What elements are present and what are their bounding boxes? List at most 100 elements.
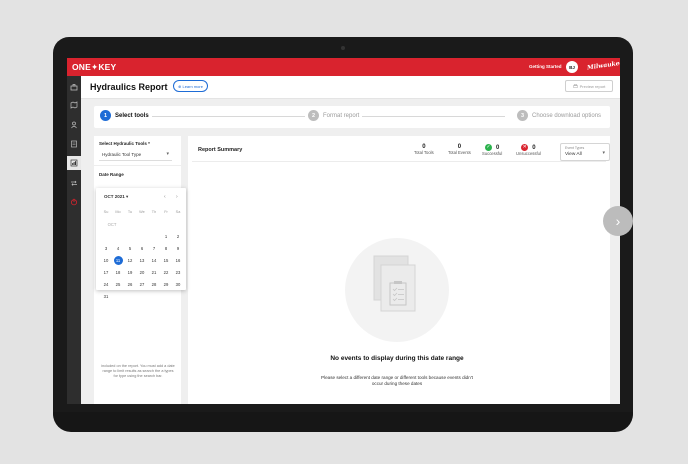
chevron-right-icon: › [615, 213, 621, 229]
day-number: 29 [163, 281, 169, 287]
step-download-options[interactable]: 3 Choose download options [514, 110, 605, 121]
summary-title: Report Summary [198, 147, 243, 153]
calendar-day[interactable]: 26 [124, 279, 136, 289]
transfer-icon[interactable] [69, 178, 79, 188]
calendar-day[interactable]: 3 [100, 243, 112, 253]
day-number: 30 [175, 281, 181, 287]
calendar-day[interactable]: 25 [112, 279, 124, 289]
calendar-day[interactable]: 8 [160, 243, 172, 253]
day-number: 13 [139, 257, 145, 263]
day-number: 20 [139, 269, 145, 275]
day-number: 21 [151, 269, 157, 275]
calendar-day[interactable]: 20 [136, 267, 148, 277]
calendar-day[interactable]: 21 [148, 267, 160, 277]
calendar-day[interactable]: 7 [148, 243, 160, 253]
calendar-day[interactable]: 17 [100, 267, 112, 277]
onekey-logo[interactable]: ONE✦KEY [72, 62, 116, 73]
helper-text: included on the report. You must add a d… [101, 364, 175, 378]
report-summary-panel: Report Summary 0 Total Tools 0 Total Eve… [188, 136, 610, 404]
day-of-week: We [139, 210, 145, 214]
x-icon: ✕ [521, 144, 529, 151]
calendar-day[interactable]: 23 [172, 267, 184, 277]
day-number: 28 [151, 281, 157, 287]
clipboard-icon [373, 255, 416, 312]
step-number: 3 [517, 110, 528, 121]
day-number: 6 [140, 245, 144, 251]
calendar-day[interactable]: 6 [136, 243, 148, 253]
month-select[interactable]: OCT 2021 ▾ [104, 194, 128, 200]
preview-report-button[interactable]: Preview report [565, 80, 613, 92]
step-number: 1 [100, 110, 111, 121]
person-icon[interactable] [69, 120, 79, 130]
calendar-day[interactable]: 29 [160, 279, 172, 289]
calendar-day[interactable]: 2 [172, 231, 184, 241]
day-number: 27 [139, 281, 145, 287]
learn-more-button[interactable]: ⊕ Learn more [173, 80, 208, 92]
week-row: 10 11 12 13 14 15 16 [100, 254, 184, 266]
calendar-day[interactable]: 30 [172, 279, 184, 289]
document-icon[interactable] [69, 139, 79, 149]
day-number: 3 [104, 245, 108, 251]
calendar-day[interactable]: 14 [148, 255, 160, 265]
step-format-report[interactable]: 2 Format report [305, 110, 363, 121]
tools-select[interactable]: Hydraulic Tool Type ▾ [99, 149, 172, 161]
calendar-day[interactable]: 27 [136, 279, 148, 289]
calendar-day[interactable]: 1 [160, 231, 172, 241]
day-number: 19 [127, 269, 133, 275]
day-number: 15 [163, 257, 169, 263]
calendar-day[interactable]: 31 [100, 291, 112, 301]
week-row: 24 25 26 27 28 29 30 [100, 278, 184, 290]
day-number: 7 [152, 245, 156, 251]
empty-day [148, 291, 160, 301]
milwaukee-logo: Milwaukee [586, 59, 620, 72]
step-connector [467, 116, 505, 117]
calendar-day[interactable]: 4 [112, 243, 124, 253]
step-select-tools[interactable]: 1 Select tools [97, 110, 152, 121]
power-icon[interactable] [69, 197, 79, 207]
map-icon[interactable] [69, 100, 79, 110]
chevron-down-icon: ▾ [602, 150, 605, 156]
month-label-row: OCT [100, 218, 184, 230]
successful-stat: ✓ 0 Successful [482, 144, 502, 156]
calendar-day[interactable]: 9 [172, 243, 184, 253]
successful-label: Successful [482, 151, 503, 157]
day-number: 4 [116, 245, 120, 251]
week-row: 17 18 19 20 21 22 23 [100, 266, 184, 278]
day-of-week: Th [151, 210, 157, 214]
empty-day [136, 291, 148, 301]
weeks: 1 2 3 4 5 6 7 8 9 10 11 12 13 14 15 16 17 18 19 20 21 22 23 24 2… [100, 230, 184, 302]
step-number: 2 [308, 110, 319, 121]
calendar-day[interactable]: 19 [124, 267, 136, 277]
event-type-value: View All [565, 152, 582, 157]
day-number: 9 [176, 245, 180, 251]
next-arrow-button[interactable]: › [603, 206, 633, 236]
day-number: 12 [127, 257, 133, 263]
total-events-stat: 0 Total Events [448, 144, 471, 155]
event-type-select[interactable]: Event Types View All ▾ [560, 143, 610, 161]
calendar-day[interactable]: 16 [172, 255, 184, 265]
avatar[interactable]: BJ [566, 61, 578, 73]
day-number: 11 [113, 255, 123, 265]
calendar-day[interactable]: 13 [136, 255, 148, 265]
report-icon[interactable] [67, 156, 81, 170]
preview-report-label: Preview report [579, 83, 606, 89]
calendar-day[interactable]: 15 [160, 255, 172, 265]
day-number: 22 [163, 269, 169, 275]
calendar-day[interactable]: 28 [148, 279, 160, 289]
calendar-day[interactable]: 22 [160, 267, 172, 277]
calendar-day[interactable]: 11 [112, 255, 124, 265]
empty-day [160, 291, 172, 301]
total-tools-label: Total Tools [414, 150, 434, 155]
calendar-day[interactable]: 5 [124, 243, 136, 253]
next-month-icon[interactable]: › [176, 194, 178, 200]
toolbox-icon[interactable] [69, 82, 79, 92]
empty-state-title: No events to display during this date ra… [330, 355, 464, 362]
calendar-day[interactable]: 24 [100, 279, 112, 289]
getting-started-link[interactable]: Getting Started [529, 64, 562, 69]
prev-month-icon[interactable]: ‹ [164, 194, 166, 200]
calendar-day[interactable]: 18 [112, 267, 124, 277]
calendar-day[interactable]: 12 [124, 255, 136, 265]
day-of-week: Su [103, 210, 109, 214]
sidebar [67, 76, 81, 404]
calendar-day[interactable]: 10 [100, 255, 112, 265]
